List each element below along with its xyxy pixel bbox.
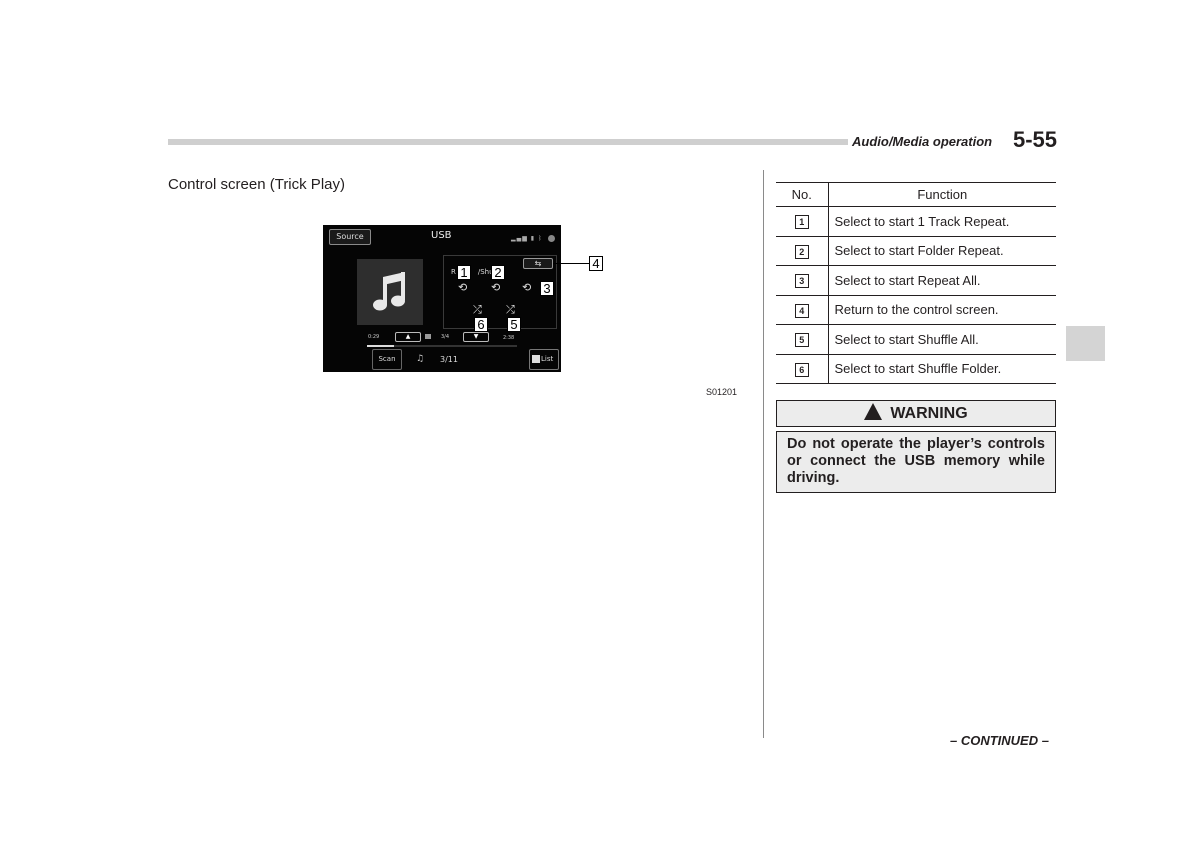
number-box: 3: [794, 274, 809, 289]
function-cell: Return to the control screen.: [828, 295, 1056, 325]
folder-repeat-icon: ⟲: [491, 281, 501, 294]
return-button: ⇆: [523, 258, 553, 269]
scan-button: Scan: [372, 349, 402, 370]
status-icons: ▂▄▆ ▮ ᛒ: [511, 235, 543, 242]
screen-title: USB: [431, 230, 452, 241]
total-time: 2:38: [503, 335, 515, 341]
track-repeat-icon: ⟲: [458, 281, 468, 294]
table-row: 3 Select to start Repeat All.: [776, 265, 1056, 296]
number-box: 2: [794, 244, 809, 259]
warning-triangle-icon: [864, 403, 883, 420]
callout-2: 2: [491, 265, 505, 280]
function-cell: Select to start Folder Repeat.: [828, 236, 1056, 266]
header-function: Function: [828, 182, 1056, 207]
function-cell: Select to start 1 Track Repeat.: [828, 206, 1056, 237]
figure-id: S01201: [706, 387, 738, 397]
folder-down-button: ▼: [463, 332, 489, 342]
music-note-icon: ♫: [416, 354, 425, 364]
continued-label: – CONTINUED –: [950, 733, 1049, 748]
table-row: 1 Select to start 1 Track Repeat.: [776, 206, 1056, 237]
header-section-title: Audio/Media operation: [852, 134, 993, 149]
table-row: 5 Select to start Shuffle All.: [776, 324, 1056, 355]
header-no: No.: [776, 182, 829, 207]
table-header-row: No. Function: [776, 182, 1056, 207]
warning-body: Do not operate the player’s controls or …: [776, 431, 1056, 493]
number-box: 5: [794, 333, 809, 348]
column-divider: [763, 170, 764, 738]
page-number: 5-55: [1013, 127, 1058, 152]
chapter-side-tab: [1066, 326, 1105, 361]
callout-4: 4: [589, 256, 603, 271]
list-button: List: [529, 349, 559, 370]
panel-label-left: R: [451, 268, 456, 276]
battery-icon: ▮: [530, 235, 536, 242]
bluetooth-icon: ᛒ: [538, 235, 543, 242]
number-box: 6: [794, 362, 809, 377]
folder-up-button: ▲: [395, 332, 421, 342]
elapsed-time: 0:29: [368, 334, 380, 340]
folder-icon: [425, 334, 431, 339]
progress-bar: [367, 345, 517, 347]
function-table: No. Function 1 Select to start 1 Track R…: [776, 182, 1056, 384]
function-cell: Select to start Repeat All.: [828, 265, 1056, 296]
callout-1: 1: [457, 265, 471, 280]
list-icon: [532, 355, 540, 363]
list-label: List: [541, 355, 554, 363]
number-box: 4: [794, 303, 809, 318]
source-button: Source: [329, 229, 371, 245]
table-row: 4 Return to the control screen.: [776, 295, 1056, 325]
number-box: 1: [794, 215, 809, 230]
callout-5: 5: [507, 317, 521, 332]
header-rule: [168, 139, 848, 145]
table-row: 6 Select to start Shuffle Folder.: [776, 354, 1056, 384]
settings-icon: [548, 235, 555, 242]
usb-control-screen-figure: Source USB ▂▄▆ ▮ ᛒ ⇆ R/Shu ⟲ ⟲ ⟲ ⤮ ⤮ 0:2…: [323, 225, 561, 372]
callout-4-leader: [553, 263, 589, 264]
function-cell: Select to start Shuffle All.: [828, 324, 1056, 355]
album-art: [357, 259, 423, 325]
table-row: 2 Select to start Folder Repeat.: [776, 236, 1056, 266]
callout-3: 3: [540, 281, 554, 296]
music-note-icon: [373, 272, 405, 311]
repeat-all-icon: ⟲: [522, 281, 532, 294]
signal-icon: ▂▄▆: [511, 235, 528, 242]
shuffle-folder-icon: ⤮: [473, 303, 482, 316]
folder-count: 3/4: [441, 334, 450, 340]
shuffle-all-icon: ⤮: [506, 303, 515, 316]
callout-6: 6: [474, 317, 488, 332]
warning-title: WARNING: [890, 405, 968, 422]
section-title: Control screen (Trick Play): [168, 176, 345, 193]
progress-fill: [367, 345, 394, 347]
track-count: 3/11: [440, 355, 458, 364]
warning-header: WARNING: [776, 400, 1056, 427]
function-cell: Select to start Shuffle Folder.: [828, 354, 1056, 384]
